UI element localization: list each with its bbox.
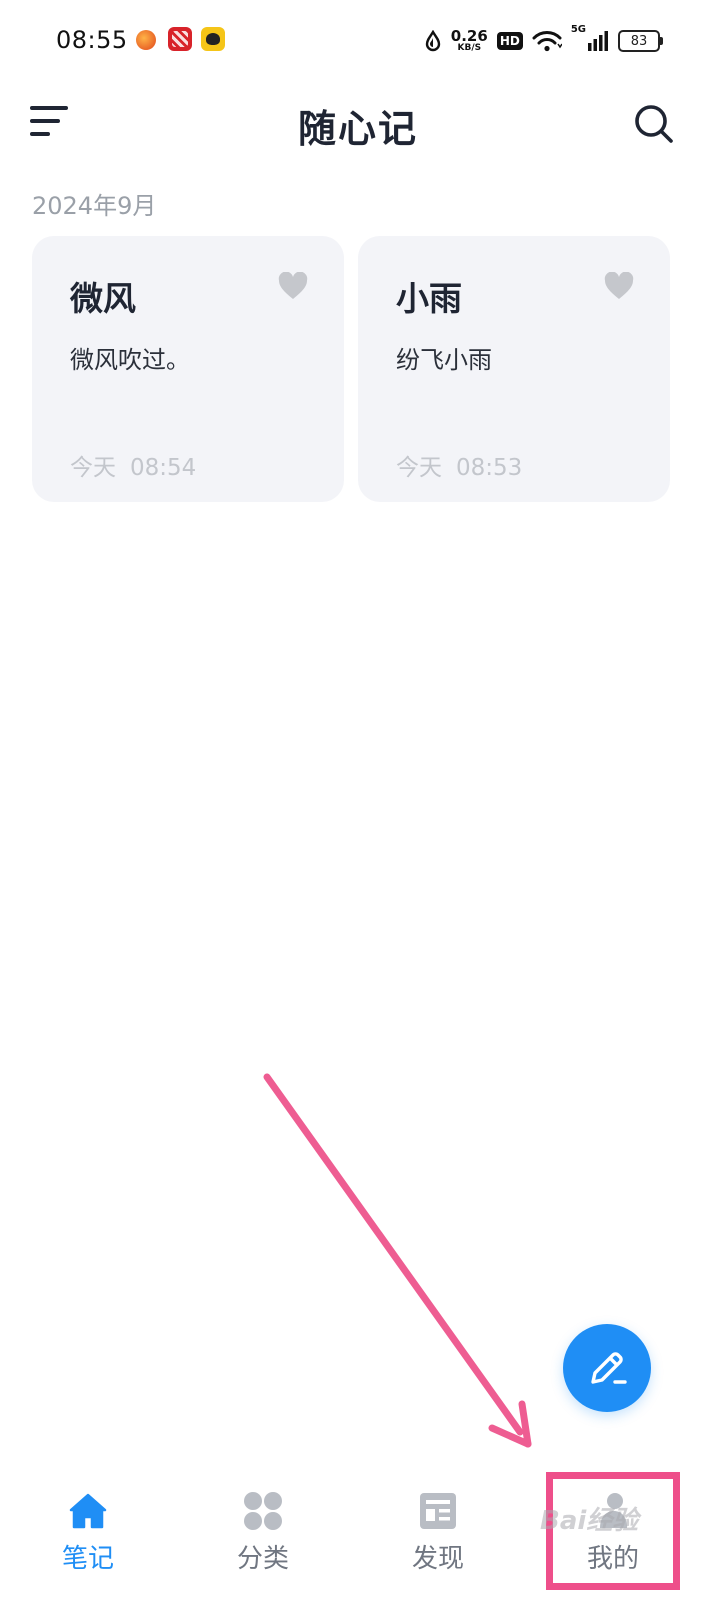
note-title: 小雨 — [396, 279, 462, 318]
news-icon — [420, 1493, 456, 1529]
network-speed: 0.26 KB/S — [450, 27, 488, 53]
status-time: 08:55 — [56, 26, 128, 54]
battery-icon: 83 — [618, 30, 663, 52]
heart-icon[interactable] — [278, 272, 308, 300]
data-saver-icon — [425, 30, 440, 52]
status-indicators: 0.26 KB/S HD 5G 83 — [424, 24, 663, 58]
annotation-highlight-box — [546, 1472, 680, 1590]
tab-label: 发现 — [411, 1544, 464, 1574]
tab-category[interactable]: 分类 — [193, 1480, 333, 1590]
heart-icon[interactable] — [604, 272, 634, 300]
tab-label: 笔记 — [61, 1544, 114, 1574]
new-note-button[interactable] — [563, 1324, 651, 1412]
page-title: 随心记 — [297, 107, 418, 151]
tab-label: 分类 — [236, 1544, 289, 1574]
tab-discover[interactable]: 发现 — [368, 1480, 508, 1590]
hd-badge: HD — [496, 32, 523, 50]
pencil-icon — [591, 1352, 627, 1384]
note-card[interactable]: 小雨 纷飞小雨 今天 08:53 — [358, 236, 670, 502]
category-grid-icon — [244, 1492, 282, 1530]
note-timestamp: 今天 08:54 — [70, 455, 197, 481]
note-title: 微风 — [70, 279, 136, 318]
notification-app-icon — [168, 27, 192, 51]
note-timestamp: 今天 08:53 — [396, 455, 523, 481]
wifi-icon — [532, 31, 562, 52]
app-header: 随心记 — [0, 84, 716, 158]
tab-notes[interactable]: 笔记 — [18, 1480, 158, 1590]
search-button[interactable] — [632, 102, 676, 146]
note-body: 纷飞小雨 — [396, 346, 492, 374]
note-body: 微风吹过。 — [70, 346, 190, 374]
notification-app-icon — [136, 30, 156, 50]
note-card[interactable]: 微风 微风吹过。 今天 08:54 — [32, 236, 344, 502]
notification-app-icon — [201, 27, 225, 51]
search-icon — [635, 105, 673, 143]
section-date: 2024年9月 — [32, 192, 157, 220]
home-icon — [69, 1493, 107, 1529]
signal-type: 5G — [570, 24, 586, 35]
signal-strength-icon — [588, 31, 608, 51]
status-bar: 08:55 0.26 KB/S HD 5G 83 — [0, 0, 716, 82]
